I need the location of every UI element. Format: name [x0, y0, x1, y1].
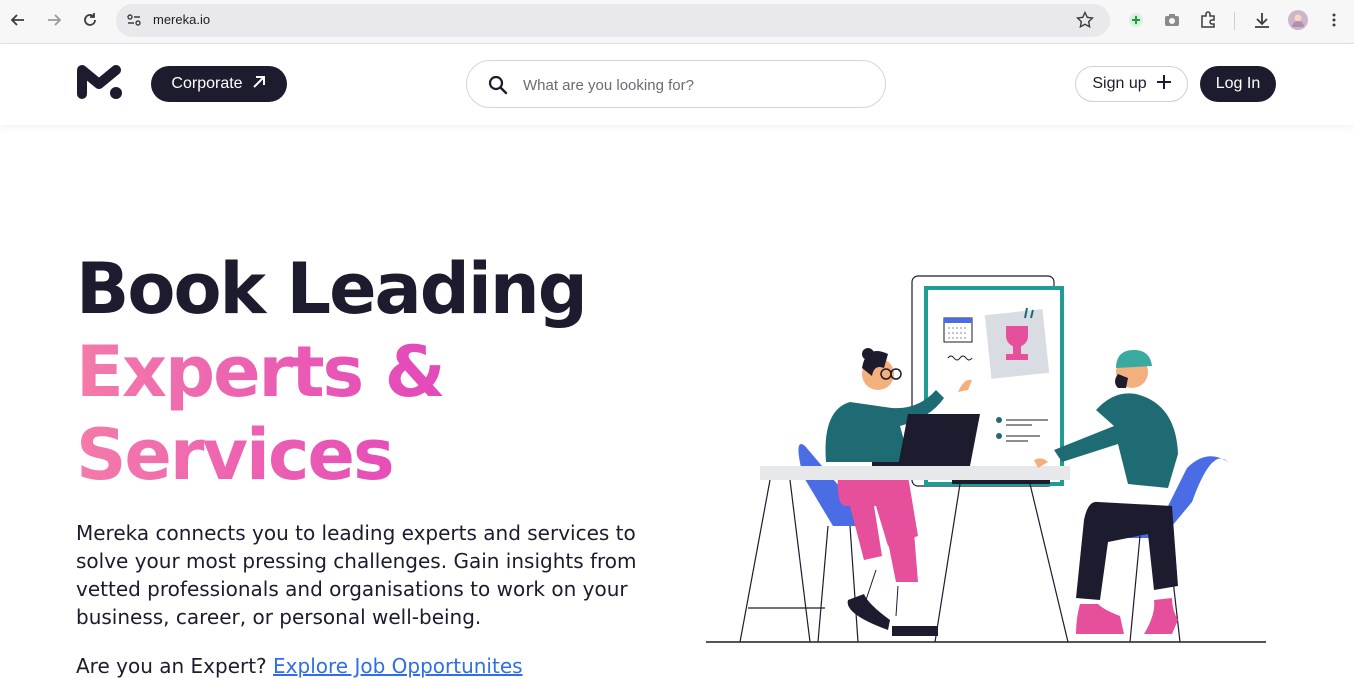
expert-question: Are you an Expert?: [76, 654, 267, 678]
profile-avatar[interactable]: [1288, 10, 1308, 30]
corporate-button[interactable]: Corporate: [151, 66, 287, 102]
explore-jobs-link[interactable]: Explore Job Opportunites: [273, 654, 523, 678]
hero-illustration: [700, 270, 1270, 650]
search-icon[interactable]: [487, 74, 509, 96]
hero-title: Book Leading Experts & Services: [76, 248, 588, 497]
hero-title-line-2: Experts &: [76, 331, 586, 414]
toolbar-divider: [1234, 12, 1235, 30]
corporate-label: Corporate: [171, 75, 243, 92]
hero-description: Mereka connects you to leading experts a…: [76, 521, 637, 629]
log-in-button[interactable]: Log In: [1200, 66, 1276, 102]
arrow-up-right-icon: [251, 74, 267, 95]
forward-icon[interactable]: [42, 8, 66, 32]
sign-up-button[interactable]: Sign up: [1075, 66, 1188, 102]
url-text[interactable]: mereka.io: [153, 12, 210, 27]
extensions-icon[interactable]: [1198, 10, 1218, 30]
more-menu-icon[interactable]: [1324, 10, 1344, 30]
reload-icon[interactable]: [78, 8, 102, 32]
camera-icon[interactable]: [1162, 10, 1182, 30]
sign-up-label: Sign up: [1092, 75, 1147, 92]
download-icon[interactable]: [1252, 10, 1272, 30]
search-bar[interactable]: [466, 60, 886, 108]
browser-toolbar: mereka.io: [0, 0, 1354, 44]
mereka-logo[interactable]: [76, 62, 122, 100]
back-icon[interactable]: [6, 8, 30, 32]
plus-icon: [1156, 74, 1171, 94]
log-in-label: Log In: [1215, 75, 1261, 92]
add-extension-icon[interactable]: [1126, 10, 1146, 30]
hero-title-line-3: Services: [76, 414, 586, 497]
site-header: Corporate Sign up Log In: [0, 44, 1354, 125]
expert-prompt: Are you an Expert? Explore Job Opportuni…: [76, 654, 523, 678]
address-bar[interactable]: mereka.io: [116, 4, 1110, 37]
star-icon[interactable]: [1075, 10, 1095, 29]
search-input[interactable]: [523, 73, 863, 97]
site-info-icon[interactable]: [126, 12, 142, 28]
hero-title-line-1: Book Leading: [76, 248, 588, 330]
